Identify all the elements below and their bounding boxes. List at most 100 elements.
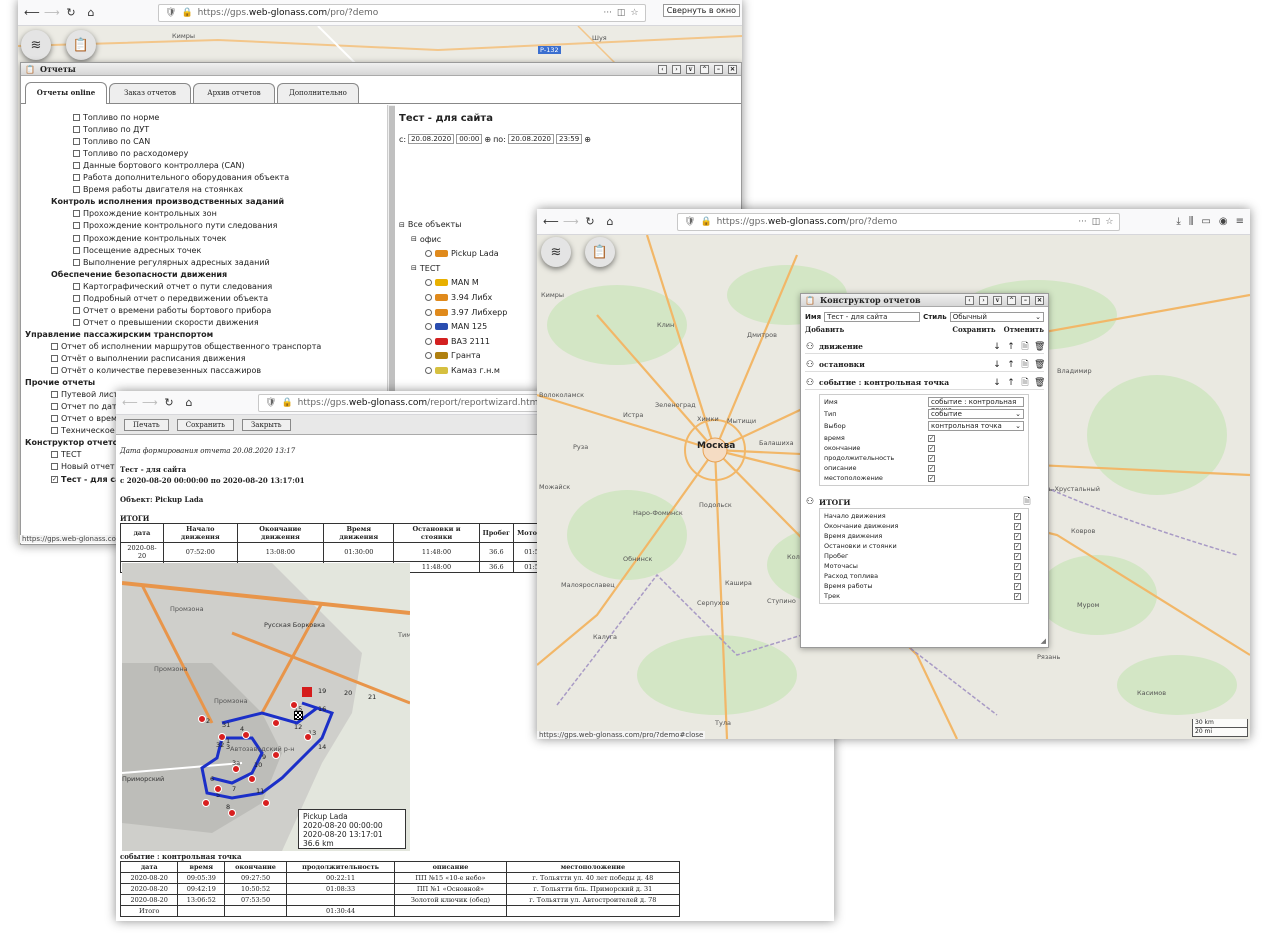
tree-item[interactable]: Картографический отчет о пути следования bbox=[73, 282, 272, 291]
arrow-down-icon[interactable]: ↓ bbox=[992, 342, 1002, 352]
reload-icon[interactable]: ↻ bbox=[583, 215, 597, 229]
next-icon[interactable]: › bbox=[672, 64, 681, 74]
check-row[interactable]: Моточасы ✓ bbox=[820, 561, 1028, 571]
tree-item[interactable]: Отчёт о выполнении расписания движения bbox=[51, 354, 246, 363]
collapse-icon[interactable]: ⊟ bbox=[411, 235, 417, 243]
tree-item[interactable]: Работа дополнительного оборудования объе… bbox=[73, 173, 289, 182]
object-item[interactable]: Камаз г.н.м bbox=[425, 366, 500, 375]
check-row[interactable]: Окончание движения ✓ bbox=[820, 521, 1028, 531]
object-item[interactable]: ВАЗ 2111 bbox=[425, 337, 490, 346]
trash-icon[interactable]: 🗑 bbox=[1034, 342, 1045, 352]
checkbox[interactable] bbox=[73, 258, 80, 266]
star-icon[interactable]: ☆ bbox=[630, 8, 638, 18]
close-button[interactable]: Закрыть bbox=[241, 418, 291, 431]
checkbox[interactable] bbox=[51, 463, 58, 471]
reports-icon[interactable]: 📋 bbox=[66, 30, 96, 60]
check-row[interactable]: Расход топлива ✓ bbox=[820, 571, 1028, 581]
minimize-icon[interactable]: – bbox=[1021, 295, 1030, 305]
radio-button[interactable] bbox=[425, 279, 432, 287]
sidebar-icon[interactable]: ▭ bbox=[1201, 216, 1210, 227]
checkbox[interactable] bbox=[73, 174, 80, 182]
trash-icon[interactable]: 🗑 bbox=[1034, 360, 1045, 370]
trash-icon[interactable]: 🗑 bbox=[1034, 378, 1045, 388]
layers-icon[interactable]: ≋ bbox=[21, 30, 51, 60]
field-type-select[interactable]: событие ⌄ bbox=[928, 409, 1024, 419]
tree-item[interactable]: Прохождение контрольных точек bbox=[73, 234, 226, 243]
pocket-icon[interactable]: ◫ bbox=[1092, 217, 1101, 227]
next-icon[interactable]: › bbox=[979, 295, 988, 305]
tree-item[interactable]: Топливо по норме bbox=[73, 113, 159, 122]
checkbox[interactable] bbox=[73, 294, 80, 302]
tree-item[interactable]: Путевой лист bbox=[51, 390, 118, 399]
forward-icon[interactable]: ⟶ bbox=[563, 215, 579, 229]
checkbox[interactable] bbox=[51, 355, 58, 362]
tree-item[interactable]: Прохождение контрольного пути следования bbox=[73, 221, 277, 230]
tree-item[interactable]: Подробный отчет о передвижении объекта bbox=[73, 294, 268, 303]
home-icon[interactable]: ⌂ bbox=[603, 215, 617, 229]
checkbox[interactable] bbox=[51, 391, 58, 399]
tree-item[interactable]: Топливо по CAN bbox=[73, 137, 150, 146]
field-choice-select[interactable]: контрольная точка ⌄ bbox=[928, 421, 1024, 431]
up-icon[interactable]: ^ bbox=[1007, 295, 1016, 305]
arrow-down-icon[interactable]: ↓ bbox=[992, 360, 1002, 370]
minimize-icon[interactable]: – bbox=[714, 64, 723, 74]
arrow-up-icon[interactable]: ↑ bbox=[1006, 360, 1016, 370]
object-item[interactable]: MAN M bbox=[425, 278, 479, 287]
star-icon[interactable]: ☆ bbox=[1105, 217, 1113, 227]
checkbox[interactable] bbox=[73, 318, 80, 326]
address-bar[interactable]: 🛡 🔒 https://gps.web-glonass.com/pro/?dem… bbox=[677, 212, 1121, 231]
checkbox[interactable] bbox=[73, 282, 80, 290]
check-row[interactable]: Время работы ✓ bbox=[820, 581, 1028, 591]
collapse-icon[interactable]: ⊟ bbox=[399, 221, 405, 229]
check-row[interactable]: местоположение ✓ bbox=[820, 473, 1028, 483]
checkbox[interactable]: ✓ bbox=[51, 475, 58, 483]
tree-item[interactable]: Новый отчет bbox=[51, 462, 115, 471]
check-row[interactable]: время ✓ bbox=[820, 433, 1028, 443]
tab-additional[interactable]: Дополнительно bbox=[277, 83, 359, 103]
constructor-section[interactable]: ⚇ событие : контрольная точка ↓ ↑ 🗎 🗑 bbox=[805, 375, 1045, 391]
constructor-section[interactable]: ⚇ остановки ↓ ↑ 🗎 🗑 bbox=[805, 358, 1045, 372]
reports-icon[interactable]: 📋 bbox=[585, 237, 615, 267]
tab-order-reports[interactable]: Заказ отчетов bbox=[109, 83, 191, 103]
report-name-input[interactable]: Тест - для сайта bbox=[824, 312, 921, 322]
object-item[interactable]: 3.94 Либх bbox=[425, 293, 492, 302]
checkbox[interactable]: ✓ bbox=[928, 464, 935, 472]
forward-icon[interactable]: ⟶ bbox=[44, 6, 60, 20]
object-item[interactable]: ⊟ ТЕСТ bbox=[411, 264, 440, 273]
check-row[interactable]: Остановки и стоянки ✓ bbox=[820, 541, 1028, 551]
radio-button[interactable] bbox=[425, 337, 432, 345]
checkbox[interactable] bbox=[73, 210, 80, 218]
tree-item[interactable]: Посещение адресных точек bbox=[73, 246, 201, 255]
more-icon[interactable]: ··· bbox=[1078, 217, 1087, 227]
back-icon[interactable]: ⟵ bbox=[122, 396, 138, 410]
check-row[interactable]: Начало движения ✓ bbox=[820, 511, 1028, 521]
download-icon[interactable]: ⤓ bbox=[1176, 216, 1180, 227]
document-icon[interactable]: 🗎 bbox=[1020, 339, 1030, 355]
checkbox[interactable] bbox=[73, 246, 80, 254]
checkbox[interactable]: ✓ bbox=[1014, 542, 1021, 550]
more-icon[interactable]: ··· bbox=[603, 8, 612, 18]
down-icon[interactable]: v bbox=[686, 64, 695, 74]
close-icon[interactable]: ✕ bbox=[728, 64, 737, 74]
cancel-button[interactable]: Отменить bbox=[1004, 325, 1044, 334]
checkbox[interactable] bbox=[51, 415, 58, 423]
object-item[interactable]: Гранта bbox=[425, 351, 481, 360]
checkbox[interactable]: ✓ bbox=[1014, 532, 1021, 540]
radio-button[interactable] bbox=[425, 250, 432, 258]
checkbox[interactable] bbox=[73, 222, 80, 230]
tree-item[interactable]: Выполнение регулярных адресных заданий bbox=[73, 258, 270, 267]
radio-button[interactable] bbox=[425, 308, 432, 316]
target-icon[interactable]: ⊕ bbox=[484, 135, 491, 144]
checkbox[interactable]: ✓ bbox=[1014, 552, 1021, 560]
document-icon[interactable]: 🗎 bbox=[1020, 375, 1030, 391]
save-button[interactable]: Сохранить bbox=[176, 418, 234, 431]
pocket-icon[interactable]: ◫ bbox=[617, 8, 626, 18]
check-row[interactable]: продолжительность ✓ bbox=[820, 453, 1028, 463]
checkbox[interactable] bbox=[51, 367, 58, 375]
time-to-input[interactable]: 23:59 bbox=[556, 134, 583, 144]
object-item[interactable]: ⊟ Все объекты bbox=[399, 220, 461, 229]
checkbox[interactable]: ✓ bbox=[1014, 582, 1021, 590]
prev-icon[interactable]: ‹ bbox=[965, 295, 974, 305]
back-icon[interactable]: ⟵ bbox=[24, 6, 40, 20]
reload-icon[interactable]: ↻ bbox=[64, 6, 78, 20]
